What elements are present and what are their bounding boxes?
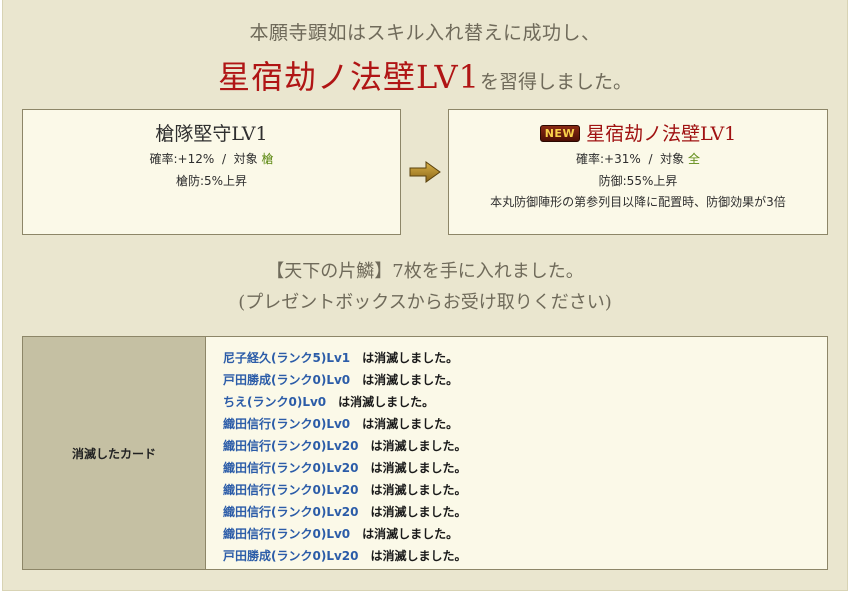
lost-card-suffix: は消滅しました。 [362,373,459,387]
lost-card-suffix: は消滅しました。 [370,461,467,475]
reward-note: (プレゼントボックスからお受け取りください) [238,292,612,313]
card-link[interactable]: 織田信行(ランク0)Lv0 [223,417,350,431]
old-skill-box: 槍隊堅守LV1 確率:+12% / 対象 槍 槍防:5%上昇 [22,109,401,235]
lost-card-suffix: は消滅しました。 [362,351,459,365]
lost-card-row: 織田信行(ランク0)Lv20 は消滅しました。 [223,435,467,457]
new-skill-target: 全 [687,152,700,166]
lost-card-suffix: は消滅しました。 [370,505,467,519]
new-skill-title: 星宿劫ノ法壁LV1 [586,123,737,145]
old-skill-effect: 槍防:5%上昇 [175,174,248,188]
lost-card-row: 織田信行(ランク0)Lv20 は消滅しました。 [223,501,467,523]
reward-message: 【天下の片鱗】7枚を手に入れました。 [266,261,584,282]
lost-card-suffix: は消滅しました。 [362,527,459,541]
card-link[interactable]: 織田信行(ランク0)Lv0 [223,527,350,541]
lost-card-suffix: は消滅しました。 [370,549,467,563]
lost-card-row: 戸田勝成(ランク0)Lv0 は消滅しました。 [223,369,467,391]
result-message-line2: 星宿劫ノ法壁LV1を習得しました。 [0,52,850,98]
lost-cards-list: 尼子経久(ランク5)Lv1 は消滅しました。 戸田勝成(ランク0)Lv0 は消滅しまし… [206,337,467,569]
lost-card-suffix: は消滅しました。 [370,483,467,497]
card-link[interactable]: 尼子経久(ランク5)Lv1 [223,351,350,365]
arrow-right-icon [409,161,441,183]
new-badge: NEW [539,125,581,142]
lost-card-row: 織田信行(ランク0)Lv20 は消滅しました。 [223,479,467,501]
old-skill-target: 槍 [261,152,274,166]
lost-card-row: 織田信行(ランク0)Lv0 は消滅しました。 [223,523,467,545]
lost-card-row: 織田信行(ランク0)Lv0 は消滅しました。 [223,413,467,435]
lost-card-suffix: は消滅しました。 [338,395,435,409]
card-link[interactable]: 織田信行(ランク0)Lv20 [223,439,359,453]
new-skill-separator: / [648,152,653,166]
old-skill-separator: / [221,152,226,166]
card-link[interactable]: 織田信行(ランク0)Lv20 [223,505,359,519]
old-skill-rate-line: 確率:+12% / 対象 槍 [23,150,400,168]
result-message-suffix: を習得しました。 [479,71,632,93]
card-link[interactable]: 織田信行(ランク0)Lv20 [223,483,359,497]
old-skill-rate: 確率:+12% [149,152,215,166]
lost-card-suffix: は消滅しました。 [362,417,459,431]
old-skill-target-label: 対象 [233,152,258,166]
card-link[interactable]: 戸田勝成(ランク0)Lv20 [223,549,359,563]
old-skill-title: 槍隊堅守LV1 [155,123,268,145]
lost-cards-header: 消滅したカード [23,337,206,569]
card-link[interactable]: ちえ(ランク0)Lv0 [223,395,326,409]
lost-cards-table: 消滅したカード 尼子経久(ランク5)Lv1 は消滅しました。 戸田勝成(ランク0)L… [22,336,828,570]
lost-card-row: 織田信行(ランク0)Lv20 は消滅しました。 [223,457,467,479]
lost-card-row: 尼子経久(ランク5)Lv1 は消滅しました。 [223,347,467,369]
new-skill-title-row: NEW 星宿劫ノ法壁LV1 [449,119,827,146]
new-skill-effect: 防御:55%上昇 [598,174,678,188]
lost-card-suffix: は消滅しました。 [370,439,467,453]
card-link[interactable]: 織田信行(ランク0)Lv20 [223,461,359,475]
card-link[interactable]: 戸田勝成(ランク0)Lv0 [223,373,350,387]
new-skill-target-label: 対象 [660,152,685,166]
new-skill-rate: 確率:+31% [576,152,641,166]
acquired-skill-name: 星宿劫ノ法壁LV1 [218,58,480,96]
new-skill-description: 本丸防御陣形の第参列目以降に配置時、防御効果が3倍 [490,195,786,209]
lost-card-row: 戸田勝成(ランク0)Lv20 は消滅しました。 [223,545,467,567]
lost-card-row: ちえ(ランク0)Lv0 は消滅しました。 [223,391,467,413]
result-message-line1: 本願寺顕如はスキル入れ替えに成功し、 [249,22,601,44]
new-skill-rate-line: 確率:+31% / 対象 全 [449,150,827,168]
new-skill-box: NEW 星宿劫ノ法壁LV1 確率:+31% / 対象 全 防御:55%上昇 本丸防… [448,109,828,235]
